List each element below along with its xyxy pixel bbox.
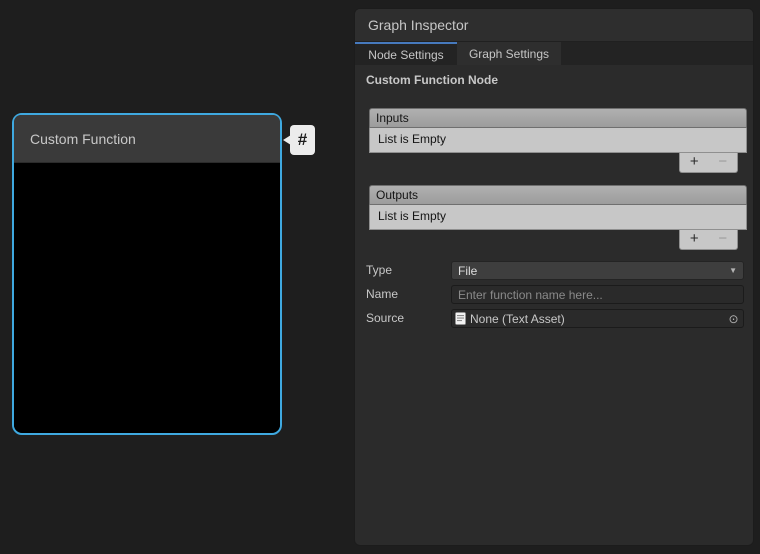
type-dropdown[interactable]: File ▼ bbox=[451, 261, 744, 280]
inputs-list-footer: + − bbox=[679, 153, 738, 173]
source-field-row: Source None (Text Asset) ⊙ bbox=[366, 309, 744, 328]
node-preview-body bbox=[14, 163, 280, 432]
outputs-list-footer: + − bbox=[679, 230, 738, 250]
outputs-list-header: Outputs bbox=[369, 185, 747, 205]
tab-bar: Node Settings Graph Settings bbox=[355, 42, 753, 65]
panel-header: Graph Inspector bbox=[355, 9, 753, 42]
inputs-remove-button[interactable]: − bbox=[709, 153, 738, 172]
inputs-list-header: Inputs bbox=[369, 108, 747, 128]
name-label: Name bbox=[366, 285, 451, 304]
outputs-list: Outputs List is Empty + − bbox=[369, 185, 747, 250]
section-heading: Custom Function Node bbox=[366, 73, 498, 87]
inputs-list: Inputs List is Empty + − bbox=[369, 108, 747, 173]
outputs-add-button[interactable]: + bbox=[680, 230, 709, 249]
node-title[interactable]: Custom Function bbox=[14, 115, 280, 163]
node-hash-badge[interactable]: # bbox=[290, 125, 315, 155]
panel-title: Graph Inspector bbox=[368, 17, 468, 33]
inputs-empty-row: List is Empty bbox=[369, 128, 747, 153]
type-label: Type bbox=[366, 261, 451, 280]
chevron-down-icon: ▼ bbox=[729, 263, 737, 279]
name-input[interactable] bbox=[451, 285, 744, 304]
text-asset-icon bbox=[455, 312, 466, 325]
source-label: Source bbox=[366, 309, 451, 328]
tab-node-settings[interactable]: Node Settings bbox=[355, 42, 457, 65]
outputs-empty-row: List is Empty bbox=[369, 205, 747, 230]
source-object-value: None (Text Asset) bbox=[470, 311, 724, 327]
outputs-remove-button[interactable]: − bbox=[709, 230, 738, 249]
graph-inspector-panel: Graph Inspector Node Settings Graph Sett… bbox=[354, 8, 754, 546]
inputs-add-button[interactable]: + bbox=[680, 153, 709, 172]
custom-function-node[interactable]: Custom Function bbox=[12, 113, 282, 435]
source-object-field[interactable]: None (Text Asset) ⊙ bbox=[451, 309, 744, 328]
tab-graph-settings[interactable]: Graph Settings bbox=[457, 42, 561, 65]
object-picker-icon[interactable]: ⊙ bbox=[724, 311, 743, 327]
type-field-row: Type File ▼ bbox=[366, 261, 744, 280]
type-dropdown-value: File bbox=[458, 263, 477, 279]
name-field-row: Name bbox=[366, 285, 744, 304]
